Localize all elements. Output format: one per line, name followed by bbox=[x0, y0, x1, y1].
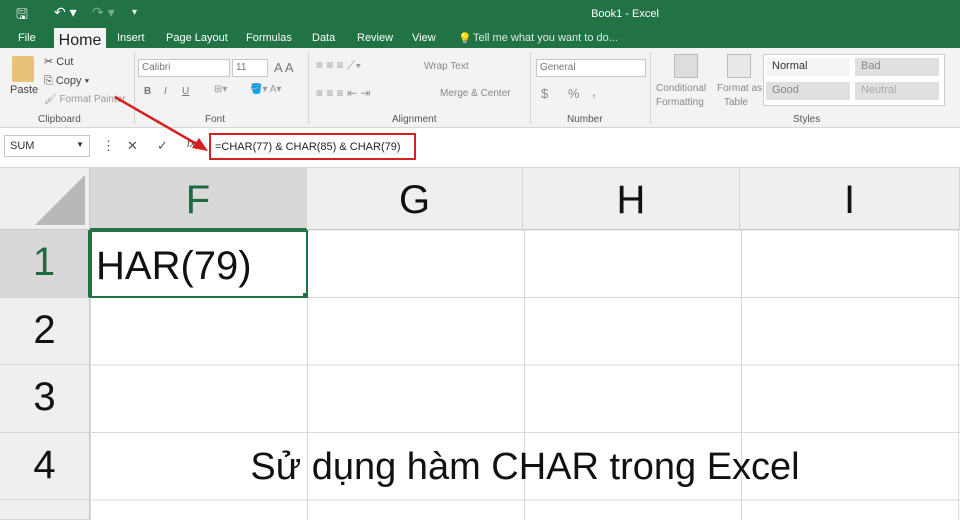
row-header-4[interactable]: 4 bbox=[0, 433, 90, 500]
select-all-button[interactable] bbox=[0, 168, 90, 230]
row-header-5[interactable] bbox=[0, 500, 90, 520]
caption-text: Sử dụng hàm CHAR trong Excel bbox=[250, 446, 800, 488]
spreadsheet-grid: F G H I 1 2 3 4 HAR(79) Sử dụng hàm CHAR… bbox=[0, 168, 960, 520]
column-header-i[interactable]: I bbox=[740, 168, 960, 230]
cell-f1-value: HAR(79) bbox=[96, 244, 252, 288]
column-header-g[interactable]: G bbox=[307, 168, 523, 230]
cell-f1[interactable]: HAR(79) bbox=[90, 230, 308, 298]
column-header-h[interactable]: H bbox=[523, 168, 740, 230]
row-header-3[interactable]: 3 bbox=[0, 365, 90, 433]
row-header-1[interactable]: 1 bbox=[0, 230, 90, 298]
column-header-f[interactable]: F bbox=[90, 168, 307, 230]
row-header-2[interactable]: 2 bbox=[0, 298, 90, 365]
